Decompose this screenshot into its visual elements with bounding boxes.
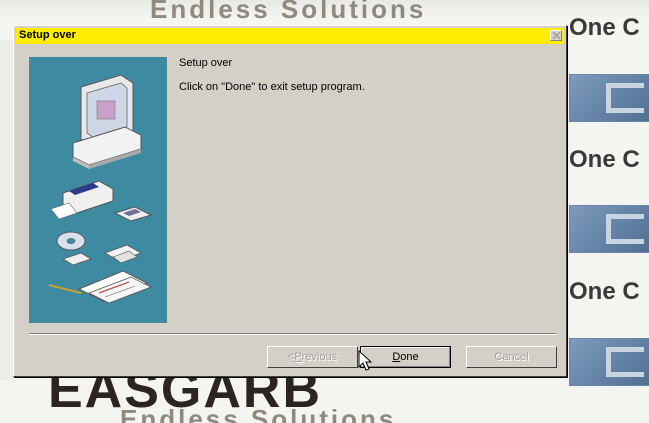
wallpaper-right-text: One C bbox=[569, 278, 640, 305]
computer-icon bbox=[72, 74, 142, 169]
setup-message: Click on "Done" to exit setup program. bbox=[179, 81, 365, 93]
wallpaper-left-strip bbox=[0, 40, 14, 380]
button-separator bbox=[29, 333, 556, 335]
cancel-button-label: Cancel bbox=[494, 351, 529, 363]
wallpaper-right-text: One C bbox=[569, 146, 640, 173]
close-button[interactable] bbox=[550, 30, 562, 41]
setup-illustration bbox=[29, 57, 167, 323]
wallpaper-logo-tile bbox=[569, 338, 649, 386]
setup-heading: Setup over bbox=[179, 57, 233, 69]
close-icon bbox=[553, 32, 560, 39]
cd-icon bbox=[56, 231, 142, 266]
documents-icon bbox=[48, 270, 152, 304]
dialog-title: Setup over bbox=[19, 29, 76, 41]
dialog-titlebar[interactable]: Setup over bbox=[16, 28, 564, 44]
cancel-button[interactable]: Cancel bbox=[466, 346, 557, 368]
wallpaper-top-text: Endless Solutions bbox=[150, 0, 427, 24]
wallpaper-logo-tile bbox=[569, 205, 649, 253]
previous-button-label: revious bbox=[301, 351, 338, 363]
printer-icon bbox=[50, 180, 114, 220]
disk-icon bbox=[113, 206, 153, 222]
previous-button-accel: P bbox=[294, 351, 302, 363]
done-button[interactable]: Done bbox=[360, 346, 451, 368]
setup-dialog: Setup over Setup over Click on "Done" to… bbox=[13, 25, 567, 377]
previous-button[interactable]: < Previous bbox=[267, 346, 358, 368]
wallpaper-right-text: One C bbox=[569, 14, 640, 41]
pointer-cursor-icon bbox=[358, 350, 372, 371]
wallpaper-logo-tile bbox=[569, 74, 649, 122]
